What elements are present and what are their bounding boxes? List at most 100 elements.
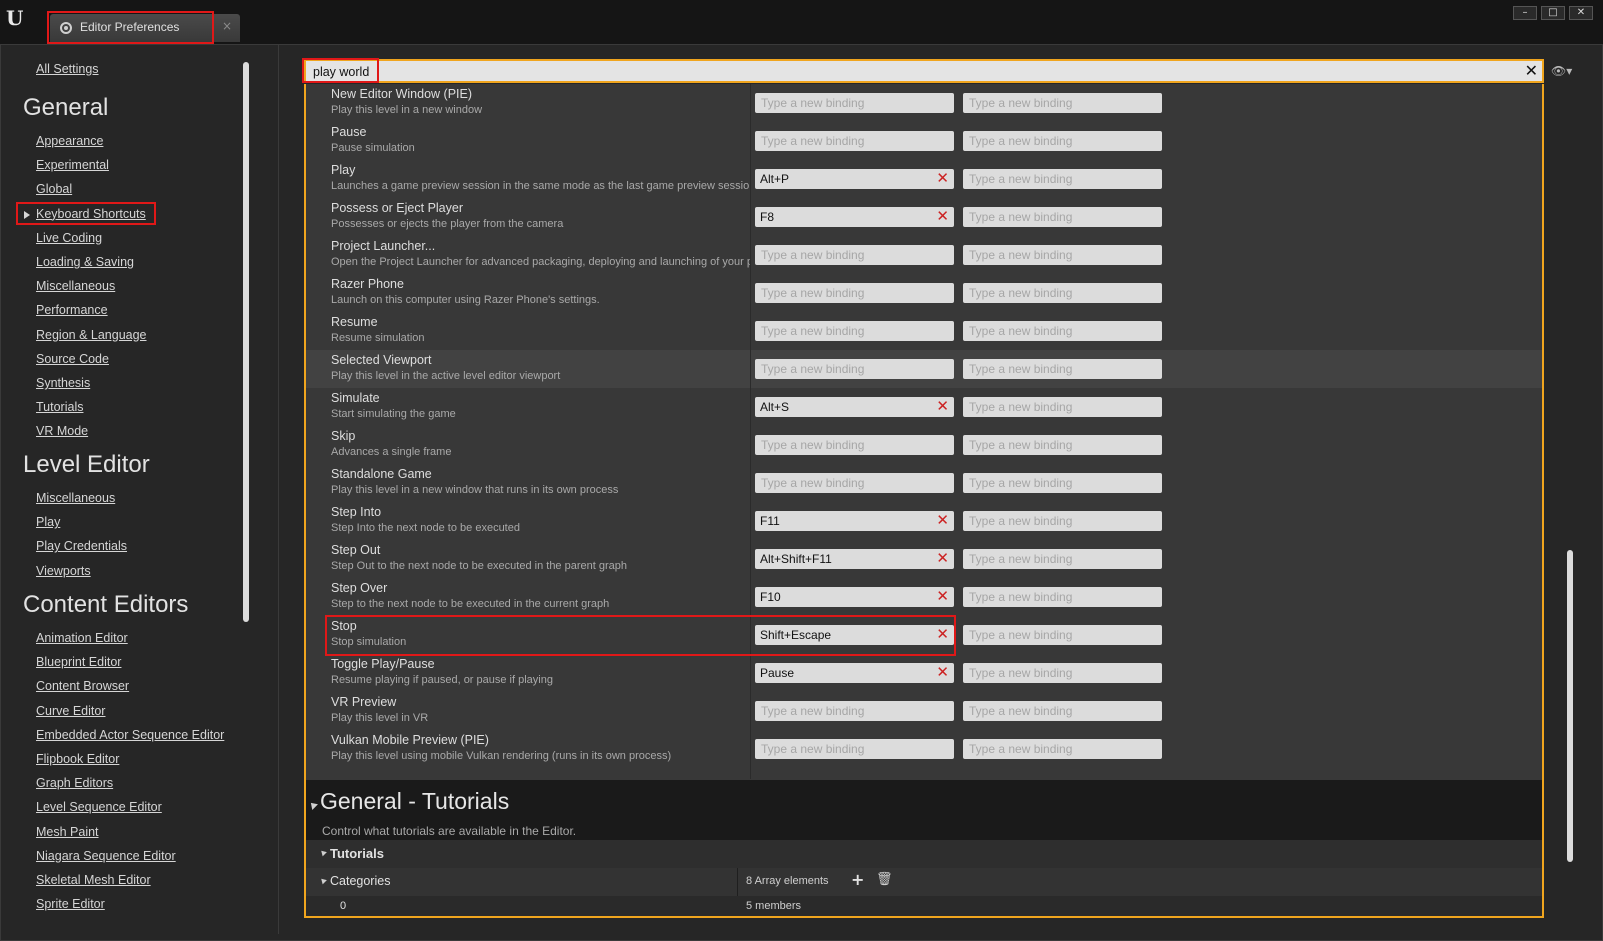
sidebar-item-blueprint-editor[interactable]: Blueprint Editor xyxy=(36,655,121,669)
sidebar-item-curve-editor[interactable]: Curve Editor xyxy=(36,704,105,718)
categories-row[interactable]: Categories 8 Array elements + 🗑 xyxy=(306,868,1542,896)
search-field[interactable]: play world ✕ xyxy=(304,59,1544,83)
clear-binding-icon[interactable]: ✕ xyxy=(936,397,949,415)
secondary-binding-input[interactable]: Type a new binding xyxy=(963,549,1162,569)
close-window-button[interactable]: ✕ xyxy=(1569,6,1593,20)
sidebar-item-play[interactable]: Play xyxy=(36,515,60,529)
sidebar-item-live-coding[interactable]: Live Coding xyxy=(36,231,102,245)
sidebar-item-embedded-actor-sequence-editor[interactable]: Embedded Actor Sequence Editor xyxy=(36,728,224,742)
search-input[interactable]: play world xyxy=(313,65,369,79)
secondary-binding-input[interactable]: Type a new binding xyxy=(963,397,1162,417)
sidebar-item-flipbook-editor[interactable]: Flipbook Editor xyxy=(36,752,119,766)
primary-binding-input[interactable]: Type a new binding xyxy=(755,283,954,303)
collapse-caret-icon[interactable] xyxy=(308,800,318,810)
sidebar-all-settings[interactable]: All Settings xyxy=(36,62,99,76)
sidebar-item-miscellaneous[interactable]: Miscellaneous xyxy=(36,491,115,505)
binding-placeholder: Type a new binding xyxy=(969,628,1073,642)
tutorials-group-row[interactable]: Tutorials xyxy=(306,840,1542,868)
primary-binding-input[interactable]: Alt+Shift+F11 ✕ xyxy=(755,549,954,569)
secondary-binding-input[interactable]: Type a new binding xyxy=(963,663,1162,683)
binding-placeholder: Type a new binding xyxy=(761,742,865,756)
primary-binding-input[interactable]: Type a new binding xyxy=(755,739,954,759)
tab-close-icon[interactable]: × xyxy=(222,19,232,33)
sidebar-scrollbar[interactable] xyxy=(243,62,249,622)
minimize-button[interactable]: – xyxy=(1513,6,1537,20)
secondary-binding-input[interactable]: Type a new binding xyxy=(963,511,1162,531)
trash-icon[interactable]: 🗑 xyxy=(876,872,893,887)
primary-binding-input[interactable]: Alt+S ✕ xyxy=(755,397,954,417)
clear-binding-icon[interactable]: ✕ xyxy=(936,625,949,643)
secondary-binding-input[interactable]: Type a new binding xyxy=(963,473,1162,493)
sidebar-item-viewports[interactable]: Viewports xyxy=(36,564,91,578)
sidebar-item-loading-saving[interactable]: Loading & Saving xyxy=(36,255,134,269)
element-index: 0 xyxy=(340,900,347,912)
secondary-binding-input[interactable]: Type a new binding xyxy=(963,321,1162,341)
sidebar-item-miscellaneous[interactable]: Miscellaneous xyxy=(36,279,115,293)
secondary-binding-input[interactable]: Type a new binding xyxy=(963,739,1162,759)
clear-binding-icon[interactable]: ✕ xyxy=(936,169,949,187)
sidebar-item-animation-editor[interactable]: Animation Editor xyxy=(36,631,128,645)
primary-binding-input[interactable]: Type a new binding xyxy=(755,131,954,151)
sidebar-item-level-sequence-editor[interactable]: Level Sequence Editor xyxy=(36,800,162,814)
clear-binding-icon[interactable]: ✕ xyxy=(936,207,949,225)
primary-binding-input[interactable]: Type a new binding xyxy=(755,359,954,379)
secondary-binding-input[interactable]: Type a new binding xyxy=(963,435,1162,455)
primary-binding-input[interactable]: Type a new binding xyxy=(755,435,954,455)
sidebar-item-performance[interactable]: Performance xyxy=(36,303,108,317)
sidebar-item-niagara-sequence-editor[interactable]: Niagara Sequence Editor xyxy=(36,849,176,863)
sidebar-item-global[interactable]: Global xyxy=(36,182,72,196)
secondary-binding-input[interactable]: Type a new binding xyxy=(963,587,1162,607)
primary-binding-input[interactable]: Type a new binding xyxy=(755,245,954,265)
sidebar-item-graph-editors[interactable]: Graph Editors xyxy=(36,776,113,790)
primary-binding-input[interactable]: Type a new binding xyxy=(755,93,954,113)
sidebar-item-synthesis[interactable]: Synthesis xyxy=(36,376,90,390)
primary-binding-input[interactable]: Type a new binding xyxy=(755,321,954,341)
primary-binding-input[interactable]: Alt+P ✕ xyxy=(755,169,954,189)
sidebar-item-vr-mode[interactable]: VR Mode xyxy=(36,424,88,438)
sidebar-item-mesh-paint[interactable]: Mesh Paint xyxy=(36,825,99,839)
collapse-caret-icon[interactable] xyxy=(319,876,327,885)
command-name: Step Over xyxy=(331,581,388,595)
secondary-binding-input[interactable]: Type a new binding xyxy=(963,131,1162,151)
secondary-binding-input[interactable]: Type a new binding xyxy=(963,283,1162,303)
array-element-row[interactable]: 0 5 members xyxy=(306,896,1542,916)
clear-binding-icon[interactable]: ✕ xyxy=(936,549,949,567)
command-name: Step Out xyxy=(331,543,381,557)
primary-binding-input[interactable]: Type a new binding xyxy=(755,473,954,493)
sidebar-item-play-credentials[interactable]: Play Credentials xyxy=(36,539,127,553)
clear-binding-icon[interactable]: ✕ xyxy=(936,663,949,681)
secondary-binding-input[interactable]: Type a new binding xyxy=(963,169,1162,189)
secondary-binding-input[interactable]: Type a new binding xyxy=(963,245,1162,265)
sidebar-item-experimental[interactable]: Experimental xyxy=(36,158,109,172)
collapse-caret-icon[interactable] xyxy=(319,848,327,857)
sidebar-item-content-browser[interactable]: Content Browser xyxy=(36,679,129,693)
primary-binding-input[interactable]: Type a new binding xyxy=(755,701,954,721)
secondary-binding-input[interactable]: Type a new binding xyxy=(963,93,1162,113)
sidebar-item-sprite-editor[interactable]: Sprite Editor xyxy=(36,897,105,911)
sidebar-item-region-language[interactable]: Region & Language xyxy=(36,328,147,342)
add-element-icon[interactable]: + xyxy=(851,870,864,889)
sidebar-item-skeletal-mesh-editor[interactable]: Skeletal Mesh Editor xyxy=(36,873,151,887)
clear-binding-icon[interactable]: ✕ xyxy=(936,511,949,529)
secondary-binding-input[interactable]: Type a new binding xyxy=(963,625,1162,645)
maximize-button[interactable]: □ xyxy=(1541,6,1565,20)
secondary-binding-input[interactable]: Type a new binding xyxy=(963,701,1162,721)
sidebar-item-appearance[interactable]: Appearance xyxy=(36,134,103,148)
panel-scrollbar[interactable] xyxy=(1567,550,1573,862)
primary-binding-input[interactable]: Pause ✕ xyxy=(755,663,954,683)
sidebar-item-keyboard-shortcuts[interactable]: Keyboard Shortcuts xyxy=(36,207,146,221)
sidebar-item-source-code[interactable]: Source Code xyxy=(36,352,109,366)
primary-binding-input[interactable]: Shift+Escape ✕ xyxy=(755,625,954,645)
tab-editor-preferences[interactable]: Editor Preferences × xyxy=(50,14,240,42)
primary-binding-input[interactable]: F10 ✕ xyxy=(755,587,954,607)
visibility-options-icon[interactable]: 👁▾ xyxy=(1551,64,1572,78)
primary-binding-input[interactable]: F11 ✕ xyxy=(755,511,954,531)
binding-placeholder: Type a new binding xyxy=(969,210,1073,224)
clear-search-icon[interactable]: ✕ xyxy=(1525,61,1538,80)
clear-binding-icon[interactable]: ✕ xyxy=(936,587,949,605)
secondary-binding-input[interactable]: Type a new binding xyxy=(963,207,1162,227)
primary-binding-input[interactable]: F8 ✕ xyxy=(755,207,954,227)
command-name: Simulate xyxy=(331,391,380,405)
secondary-binding-input[interactable]: Type a new binding xyxy=(963,359,1162,379)
sidebar-item-tutorials[interactable]: Tutorials xyxy=(36,400,83,414)
